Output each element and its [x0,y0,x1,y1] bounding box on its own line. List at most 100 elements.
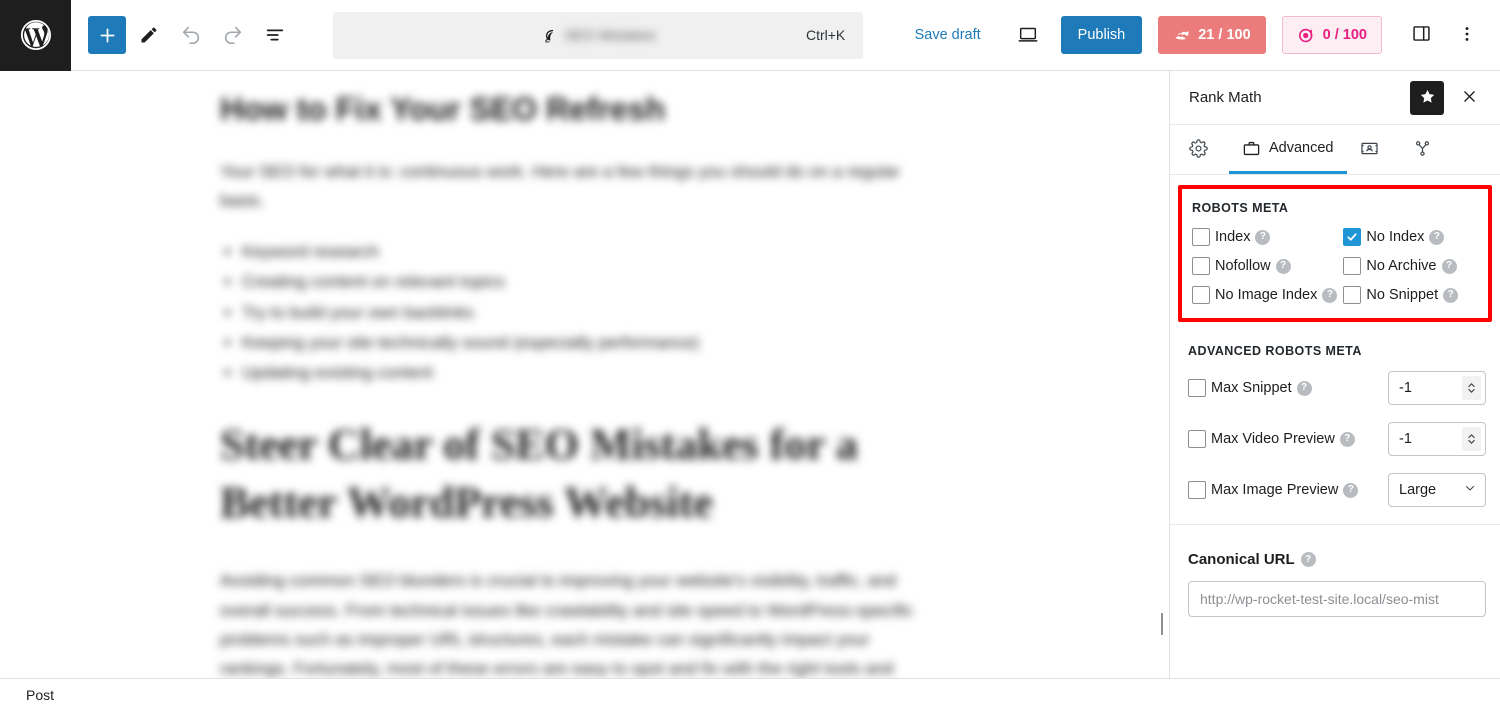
content-ai-score-badge[interactable]: 0 / 100 [1281,16,1382,54]
task-list[interactable]: Keyword research Creating content on rel… [220,237,942,388]
checkbox-box[interactable] [1188,430,1206,448]
checkbox-box[interactable] [1192,228,1210,246]
help-circle-icon[interactable]: ? [1339,431,1355,447]
content-ai-target-icon [1297,26,1316,45]
toolbar-left-group [71,16,294,54]
spinner-up-down-icon[interactable] [1462,427,1481,451]
post-title-heading[interactable]: How to Fix Your SEO Refresh [220,89,1169,131]
checkbox-box[interactable] [1192,286,1210,304]
help-circle-icon[interactable]: ? [1443,287,1459,303]
checkbox-label: Index [1215,229,1251,245]
chevron-down-icon [1464,482,1476,498]
checkbox-label: Max Image Preview [1211,482,1339,498]
intro-paragraph[interactable]: Your SEO for what it is: continuous work… [220,157,942,215]
favorite-star-button[interactable] [1410,80,1444,115]
tab-general[interactable] [1176,125,1229,174]
list-item[interactable]: Keeping your site technically sound (esp… [242,328,942,358]
help-circle-icon[interactable]: ? [1296,380,1312,396]
publish-button[interactable]: Publish [1060,16,1143,54]
checkbox-nofollow[interactable]: Nofollow ? [1192,257,1337,275]
row-max-video-preview: Max Video Preview ? [1188,422,1486,456]
close-panel-button[interactable] [1452,81,1486,115]
help-circle-icon[interactable]: ? [1441,258,1457,274]
rank-math-sidebar: Rank Math Advanced ROBOTS META Index ? N… [1170,71,1500,678]
section-heading[interactable]: Steer Clear of SEO Mistakes for a Better… [220,416,920,532]
edit-tool-button[interactable] [130,16,168,54]
checkbox-max-snippet[interactable]: Max Snippet ? [1188,379,1312,397]
canonical-url-input[interactable] [1188,581,1486,617]
checkbox-no-archive[interactable]: No Archive ? [1343,257,1476,275]
max-image-preview-select[interactable]: Large [1388,473,1486,507]
list-item[interactable]: Try to build your own backlinks [242,298,942,328]
settings-sidebar-toggle[interactable] [1402,16,1440,54]
checkbox-no-index[interactable]: No Index ? [1343,228,1476,246]
help-circle-icon[interactable]: ? [1255,229,1271,245]
help-circle-icon[interactable]: ? [1429,229,1445,245]
wordpress-logo-button[interactable] [0,0,71,71]
checkbox-label: Max Snippet [1211,380,1292,396]
add-block-button[interactable] [88,16,126,54]
seo-score-badge[interactable]: 21 / 100 [1158,16,1266,54]
text-cursor [1161,613,1163,635]
checkbox-label: No Image Index [1215,287,1318,303]
more-options-button[interactable] [1448,16,1486,54]
checkbox-no-snippet[interactable]: No Snippet ? [1343,286,1476,304]
list-item[interactable]: Updating existing content [242,358,942,388]
block-breadcrumb-post[interactable]: Post [26,687,54,703]
tab-advanced[interactable]: Advanced [1229,125,1347,174]
list-view-button[interactable] [256,16,294,54]
help-circle-icon[interactable]: ? [1275,258,1291,274]
checkbox-no-image-index[interactable]: No Image Index ? [1192,286,1338,304]
max-video-preview-number-field[interactable] [1388,422,1486,456]
save-draft-button[interactable]: Save draft [903,19,993,51]
checkbox-max-image-preview[interactable]: Max Image Preview ? [1188,481,1359,499]
pencil-icon [139,25,159,45]
checkbox-label: Max Video Preview [1211,431,1335,447]
tab-schema[interactable] [1400,125,1453,174]
robots-meta-section: ROBOTS META Index ? No Index ? Nofollow … [1178,185,1492,322]
editor-top-toolbar: SEO Mistakes Ctrl+K Save draft Publish 2… [0,0,1500,71]
undo-button[interactable] [172,16,210,54]
toolbar-center-group: SEO Mistakes Ctrl+K [294,11,903,59]
advanced-robots-meta-section: ADVANCED ROBOTS META Max Snippet ? -1 Ma… [1170,322,1500,507]
checkbox-box[interactable] [1188,379,1206,397]
max-image-preview-value: Large [1399,482,1437,498]
document-title-bar[interactable]: SEO Mistakes Ctrl+K [333,11,864,59]
redo-button[interactable] [214,16,252,54]
help-circle-icon[interactable]: ? [1343,482,1359,498]
checkbox-box[interactable] [1343,257,1362,275]
checkbox-label: Nofollow [1215,258,1271,274]
panel-title: Rank Math [1189,89,1262,106]
checkbox-label: No Snippet [1366,287,1439,303]
canonical-url-section: Canonical URL ? [1170,524,1500,617]
spinner-up-down-icon[interactable] [1462,376,1481,400]
tab-social[interactable] [1347,125,1400,174]
close-x-icon [1461,88,1478,108]
preview-button[interactable] [1009,16,1047,54]
help-circle-icon[interactable]: ? [1322,287,1338,303]
advanced-robots-meta-title: ADVANCED ROBOTS META [1188,344,1362,358]
rank-math-panel-content: ROBOTS META Index ? No Index ? Nofollow … [1170,175,1500,678]
gear-icon [1189,138,1208,158]
body-paragraph[interactable]: Avoiding common SEO blunders is crucial … [220,566,942,678]
document-outline-icon [264,24,286,46]
row-max-image-preview: Max Image Preview ? Large [1188,473,1486,507]
command-shortcut-label: Ctrl+K [805,27,846,43]
rank-math-leaf-icon [541,27,558,44]
list-item[interactable]: Keyword research [242,237,942,267]
editor-body: How to Fix Your SEO Refresh Your SEO for… [0,71,1500,678]
seo-score-value: 21 / 100 [1198,27,1251,43]
checkbox-box[interactable] [1343,228,1362,246]
robots-meta-options: Index ? No Index ? Nofollow ? No Archive… [1192,228,1476,304]
post-content-canvas[interactable]: How to Fix Your SEO Refresh Your SEO for… [0,71,1170,678]
checkbox-box[interactable] [1188,481,1206,499]
max-snippet-number-field[interactable] [1388,371,1486,405]
checkbox-index[interactable]: Index ? [1192,228,1337,246]
help-circle-icon[interactable]: ? [1300,552,1316,567]
checkbox-box[interactable] [1343,286,1362,304]
list-item[interactable]: Creating content on relevant topics [242,267,942,297]
wordpress-logo-icon [18,17,54,53]
checkbox-box[interactable] [1192,257,1210,275]
row-max-snippet: Max Snippet ? [1188,371,1486,405]
checkbox-max-video-preview[interactable]: Max Video Preview ? [1188,430,1355,448]
